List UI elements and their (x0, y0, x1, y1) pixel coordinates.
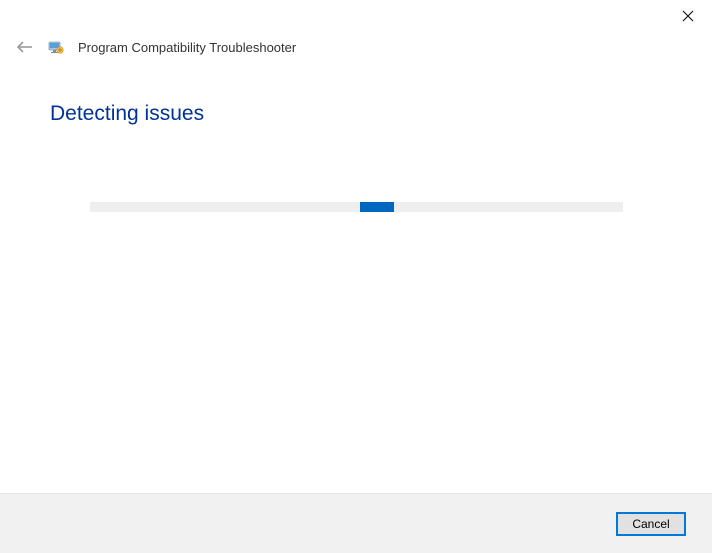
progress-bar (90, 202, 623, 212)
close-icon (682, 10, 694, 22)
page-heading: Detecting issues (50, 102, 662, 126)
progress-indicator (360, 202, 394, 212)
back-button[interactable] (16, 38, 34, 56)
app-title: Program Compatibility Troubleshooter (78, 40, 296, 55)
back-arrow-icon (17, 41, 33, 53)
troubleshooter-icon (48, 39, 64, 55)
cancel-button[interactable]: Cancel (616, 512, 686, 536)
header-bar: Program Compatibility Troubleshooter (0, 26, 712, 64)
footer-bar: Cancel (0, 493, 712, 553)
close-button[interactable] (678, 6, 698, 26)
